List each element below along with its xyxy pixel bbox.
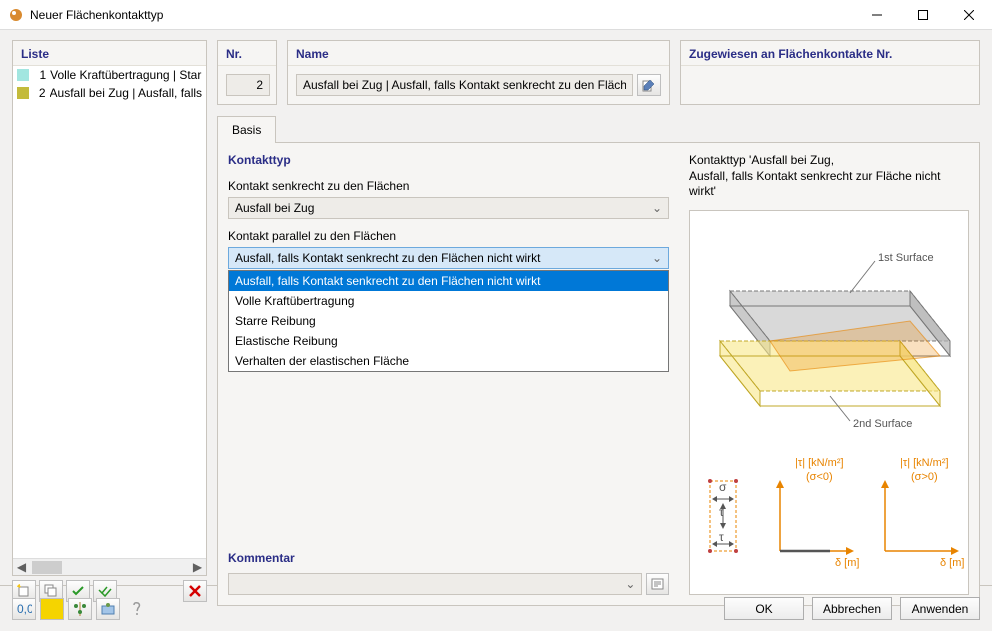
dropdown-option[interactable]: Starre Reibung (229, 311, 668, 331)
scroll-left-icon[interactable]: ◀ (13, 559, 30, 576)
apply-button[interactable]: Anwenden (900, 597, 980, 620)
name-input[interactable] (296, 74, 633, 96)
select-senkrecht[interactable]: Ausfall bei Zug ⌄ (228, 197, 669, 219)
select-parallel[interactable]: Ausfall, falls Kontakt senkrecht zu den … (228, 247, 669, 269)
svg-text:(σ>0): (σ>0) (911, 471, 938, 483)
list-item: 1 Volle Kraftübertragung | Starre (13, 66, 206, 84)
svg-text:2nd Surface: 2nd Surface (853, 418, 912, 430)
view-button[interactable] (96, 598, 120, 620)
app-icon (8, 7, 24, 23)
color-swatch (17, 87, 29, 99)
horizontal-scrollbar[interactable]: ◀ ▶ (13, 558, 206, 575)
node-button[interactable] (68, 598, 92, 620)
ok-button[interactable]: OK (724, 597, 804, 620)
maximize-button[interactable] (900, 0, 946, 30)
chevron-down-icon: ⌄ (625, 577, 635, 591)
dropdown-option[interactable]: Ausfall, falls Kontakt senkrecht zu den … (229, 271, 668, 291)
list-item: 2 Ausfall bei Zug | Ausfall, falls Ko (13, 84, 206, 102)
svg-text:δ [m]: δ [m] (835, 557, 859, 569)
help-button[interactable] (124, 598, 148, 620)
minimize-button[interactable] (854, 0, 900, 30)
color-swatch (17, 69, 29, 81)
color-button[interactable] (40, 598, 64, 620)
units-button[interactable]: 0,00 (12, 598, 36, 620)
chevron-down-icon: ⌄ (652, 251, 662, 265)
scroll-thumb[interactable] (32, 561, 62, 574)
dropdown-parallel[interactable]: Ausfall, falls Kontakt senkrecht zu den … (228, 270, 669, 372)
name-header: Name (288, 41, 669, 66)
dropdown-option[interactable]: Elastische Reibung (229, 331, 668, 351)
window-controls (854, 0, 992, 30)
svg-text:|τ| [kN/m²]: |τ| [kN/m²] (900, 457, 949, 469)
nr-input[interactable] (226, 74, 270, 96)
window-title: Neuer Flächenkontakttyp (30, 8, 854, 22)
close-button[interactable] (946, 0, 992, 30)
svg-text:|τ| [kN/m²]: |τ| [kN/m²] (795, 457, 844, 469)
kommentar-edit-button[interactable] (646, 573, 669, 595)
tab-basis[interactable]: Basis (217, 116, 276, 143)
svg-text:(σ<0): (σ<0) (806, 471, 833, 483)
select-parallel-value: Ausfall, falls Kontakt senkrecht zu den … (235, 251, 540, 265)
zug-header: Zugewiesen an Flächenkontakte Nr. (681, 41, 979, 66)
list-item-text: Volle Kraftübertragung | Starre (50, 68, 202, 82)
svg-text:σ: σ (719, 480, 727, 494)
preview-description: Kontakttyp 'Ausfall bei Zug, Ausfall, fa… (689, 153, 969, 200)
svg-text:0,00: 0,00 (17, 602, 32, 616)
surfaces-diagram: 1st Surface 2nd Surface σ τ (700, 221, 978, 581)
dropdown-option[interactable]: Verhalten der elastischen Fläche (229, 351, 668, 371)
select-senkrecht-value: Ausfall bei Zug (235, 201, 314, 215)
list-item-text: Ausfall bei Zug | Ausfall, falls Ko (50, 86, 202, 100)
list-header: Liste (13, 41, 206, 66)
label-parallel: Kontakt parallel zu den Flächen (228, 229, 669, 243)
delete-button[interactable] (183, 580, 207, 602)
kommentar-title: Kommentar (228, 551, 669, 565)
svg-text:1st Surface: 1st Surface (878, 252, 934, 264)
section-kontakttyp-title: Kontakttyp (228, 153, 669, 167)
dropdown-option[interactable]: Volle Kraftübertragung (229, 291, 668, 311)
edit-name-button[interactable] (637, 74, 661, 96)
kommentar-combo[interactable]: ⌄ (228, 573, 642, 595)
chevron-down-icon: ⌄ (652, 201, 662, 215)
svg-text:τ: τ (719, 530, 724, 544)
label-senkrecht: Kontakt senkrecht zu den Flächen (228, 179, 669, 193)
preview-diagram: 1st Surface 2nd Surface σ τ (689, 210, 969, 595)
list-item-num: 2 (33, 86, 46, 100)
list-item-num: 1 (33, 68, 46, 82)
scroll-right-icon[interactable]: ▶ (189, 559, 206, 576)
svg-text:δ [m]: δ [m] (940, 557, 964, 569)
cancel-button[interactable]: Abbrechen (812, 597, 892, 620)
nr-header: Nr. (218, 41, 276, 66)
list-body[interactable]: 1 Volle Kraftübertragung | Starre 2 Ausf… (13, 66, 206, 558)
titlebar: Neuer Flächenkontakttyp (0, 0, 992, 30)
